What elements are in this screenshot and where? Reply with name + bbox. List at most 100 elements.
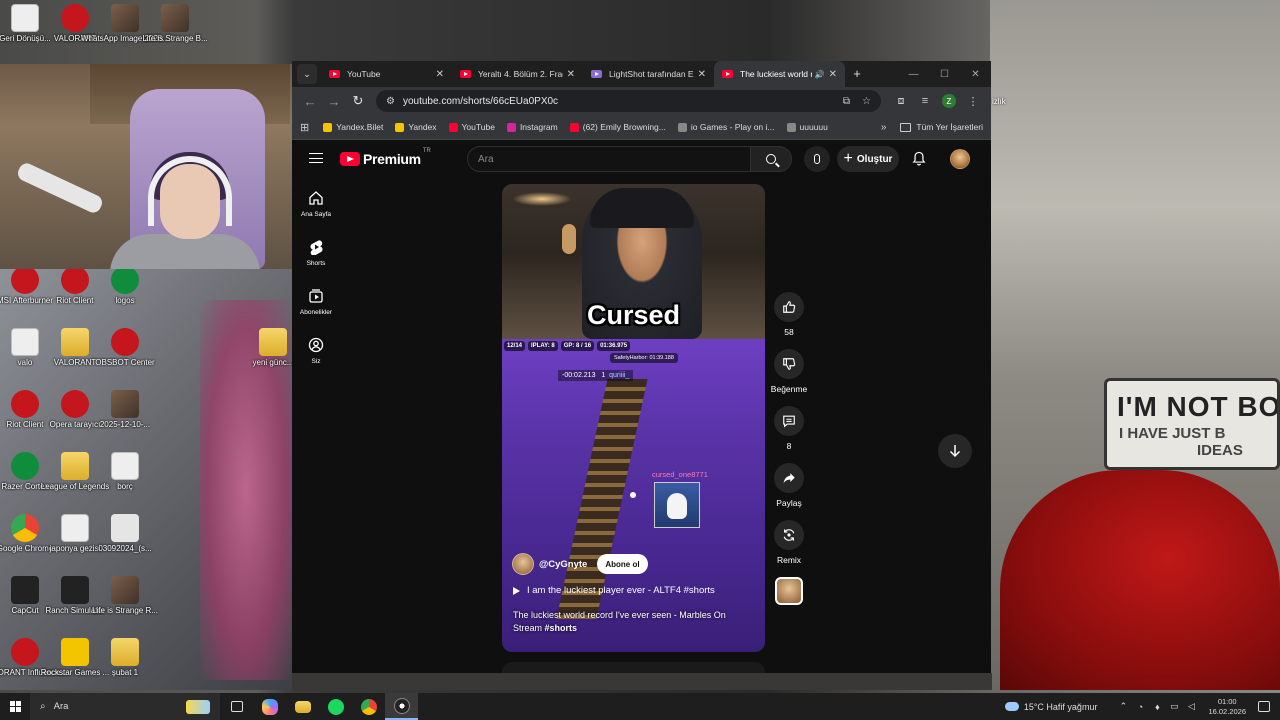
mic-tray-icon[interactable]: ♦	[1149, 702, 1165, 712]
desktop-icon-borc[interactable]: borç	[99, 452, 151, 492]
share-button[interactable]	[774, 463, 804, 493]
description-hashtag[interactable]: #shorts	[545, 623, 578, 633]
bookmarks-more-icon[interactable]: »	[881, 122, 887, 133]
profile-avatar[interactable]: Z	[942, 94, 956, 108]
volume-icon[interactable]: ◁	[1183, 701, 1199, 712]
apps-grid-icon[interactable]: ⊞	[300, 121, 309, 134]
close-tab-icon[interactable]: ✕	[698, 69, 706, 80]
chrome-icon[interactable]	[352, 693, 385, 720]
desktop-icon-rockstar[interactable]: Rockstar Games ...	[41, 638, 109, 678]
close-tab-icon[interactable]: ✕	[829, 69, 837, 80]
related-video-link[interactable]: I am the luckiest player ever - ALTF4 #s…	[513, 585, 715, 596]
desktop-icon-league[interactable]: League of Legends	[41, 452, 109, 492]
close-tab-icon[interactable]: ✕	[436, 69, 444, 80]
desktop-icon-life-is-strange-2[interactable]: Life is Strange R...	[92, 576, 158, 616]
dislike-button[interactable]	[774, 349, 804, 379]
bookmark-item[interactable]: io Games - Play on i...	[677, 122, 775, 132]
all-bookmarks-button[interactable]: Tüm Yer İşaretleri	[900, 122, 983, 132]
desktop-icon-riot-client[interactable]: Riot Client	[49, 266, 101, 306]
guide-item[interactable]: Ana Sayfa	[292, 180, 340, 229]
desktop-icon-capcut[interactable]: CapCut	[0, 576, 51, 616]
install-app-icon[interactable]: ⧉	[843, 96, 850, 107]
desktop-icon-recycle-bin[interactable]: Geri Dönüşü...	[0, 4, 51, 44]
account-avatar[interactable]	[950, 149, 970, 169]
clock[interactable]: 01:00 16.02.2026	[1208, 697, 1246, 717]
bookmark-item[interactable]: uuuuuu	[786, 122, 828, 132]
desktop-icon-riot-client-2[interactable]: Riot Client	[0, 390, 51, 430]
guide-item[interactable]: Siz	[292, 327, 340, 376]
url-text[interactable]: youtube.com/shorts/66cEUa0PX0c	[403, 96, 831, 107]
chevron-up-icon[interactable]: ⌃	[1115, 701, 1131, 712]
desktop-icon-life-is-strange[interactable]: Life is Strange B...	[142, 4, 208, 44]
site-info-icon[interactable]: ⚙	[386, 96, 395, 107]
desktop-icon-obsbot[interactable]: OBSBOT Center	[95, 328, 155, 368]
like-button[interactable]	[774, 292, 804, 322]
desktop-icon-msi-afterburner[interactable]: MSI Afterburner	[0, 266, 53, 306]
bookmark-item[interactable]: YouTube	[448, 122, 495, 132]
browser-tab[interactable]: Yeraltı 4. Bölüm 2. Fragm ✕	[452, 61, 583, 87]
forward-icon[interactable]: →	[322, 94, 346, 109]
next-video-button[interactable]	[938, 434, 972, 468]
comments-button[interactable]	[774, 406, 804, 436]
create-button[interactable]: + Oluştur	[837, 146, 899, 172]
spotify-icon[interactable]	[319, 693, 352, 720]
browser-tab[interactable]: LightShot tarafından Ek ✕	[583, 61, 714, 87]
desktop-icon-logos[interactable]: logos	[99, 266, 151, 306]
new-tab-button[interactable]: +	[845, 61, 869, 87]
guide-menu-icon[interactable]	[309, 153, 323, 163]
browser-menu-icon[interactable]: ⋮	[961, 95, 985, 108]
bookmark-item[interactable]: (62) Emily Browning...	[569, 122, 666, 132]
copilot-icon[interactable]	[253, 693, 286, 720]
desktop-icon-recycle-bin-image	[11, 4, 39, 32]
maximize-icon[interactable]: ☐	[929, 61, 960, 87]
task-view-icon[interactable]	[220, 693, 253, 720]
close-window-icon[interactable]: ✕	[960, 61, 991, 87]
network-icon[interactable]: ◔	[1132, 702, 1148, 712]
display-icon[interactable]: ▭	[1166, 701, 1182, 712]
subscribe-button[interactable]: Abone ol	[597, 554, 648, 574]
obs-icon[interactable]	[385, 693, 418, 720]
bookmark-item[interactable]: Instagram	[506, 122, 558, 132]
search-input[interactable]: Ara	[467, 146, 751, 172]
desktop-icon-screenshot[interactable]: 2025-12-10-...	[99, 390, 151, 430]
sound-thumbnail[interactable]	[775, 577, 803, 605]
bookmark-star-icon[interactable]: ☆	[862, 96, 871, 107]
search-button[interactable]	[750, 146, 792, 172]
youtube-logo[interactable]: Premium TR	[340, 148, 431, 167]
guide-item[interactable]: Abonelikler	[292, 278, 340, 327]
media-control-icon[interactable]: ≡	[913, 95, 937, 107]
voice-search-button[interactable]	[804, 146, 830, 172]
short-video-player[interactable]: 12/14 IPLAY: 8 GP: 8 / 16 01:36.975 Cursed …	[502, 184, 765, 652]
weather-widget[interactable]: 15°C Hafif yağmur	[1004, 702, 1097, 712]
channel-avatar[interactable]	[512, 553, 534, 575]
file-explorer-icon[interactable]	[286, 693, 319, 720]
channel-name[interactable]: @CyGnyte	[539, 559, 587, 570]
close-tab-icon[interactable]: ✕	[567, 69, 575, 80]
speaker-icon[interactable]: 🔊	[815, 70, 825, 79]
start-button[interactable]	[0, 693, 30, 720]
desktop-icon-chrome[interactable]: Google Chrome	[0, 514, 53, 554]
reload-icon[interactable]: ↻	[346, 93, 370, 109]
taskbar-search[interactable]: ⌕ Ara	[30, 693, 220, 720]
guide-item[interactable]: Shorts	[292, 229, 340, 278]
omnibox[interactable]: ⚙ youtube.com/shorts/66cEUa0PX0c ⧉ ☆	[376, 90, 881, 112]
notifications-bell-icon[interactable]	[912, 151, 926, 167]
remix-button[interactable]	[774, 520, 804, 550]
desktop-icon-subat[interactable]: şubat 1	[99, 638, 151, 678]
notifications-icon[interactable]	[1258, 701, 1270, 712]
next-short-preview[interactable]	[502, 662, 765, 673]
tab-search-dropdown[interactable]: ⌄	[297, 64, 317, 84]
bookmark-item[interactable]: Yandex	[395, 122, 437, 132]
browser-tab[interactable]: The luckiest world r 🔊 ✕	[714, 61, 845, 87]
bookmark-item[interactable]: Yandex.Bilet	[323, 122, 383, 132]
extensions-icon[interactable]: ⧈	[889, 95, 913, 108]
minimize-icon[interactable]: —	[898, 61, 929, 87]
taskbar: ⌕ Ara 15°C Hafif yağmur ⌃ ◔ ♦ ▭ ◁ 01:00 1…	[0, 693, 1280, 720]
desktop-icon-valorant-folder[interactable]: VALORANT	[49, 328, 101, 368]
desktop-icon-pdf[interactable]: 03092024_(s...	[98, 514, 152, 554]
desktop-icon-japonya[interactable]: japonya gezisi	[49, 514, 101, 554]
desktop-icon-valo[interactable]: valo	[0, 328, 51, 368]
back-icon[interactable]: ←	[298, 94, 322, 109]
browser-tab[interactable]: YouTube ✕	[321, 61, 452, 87]
desktop-icon-opera[interactable]: Opera tarayıcı	[49, 390, 101, 430]
